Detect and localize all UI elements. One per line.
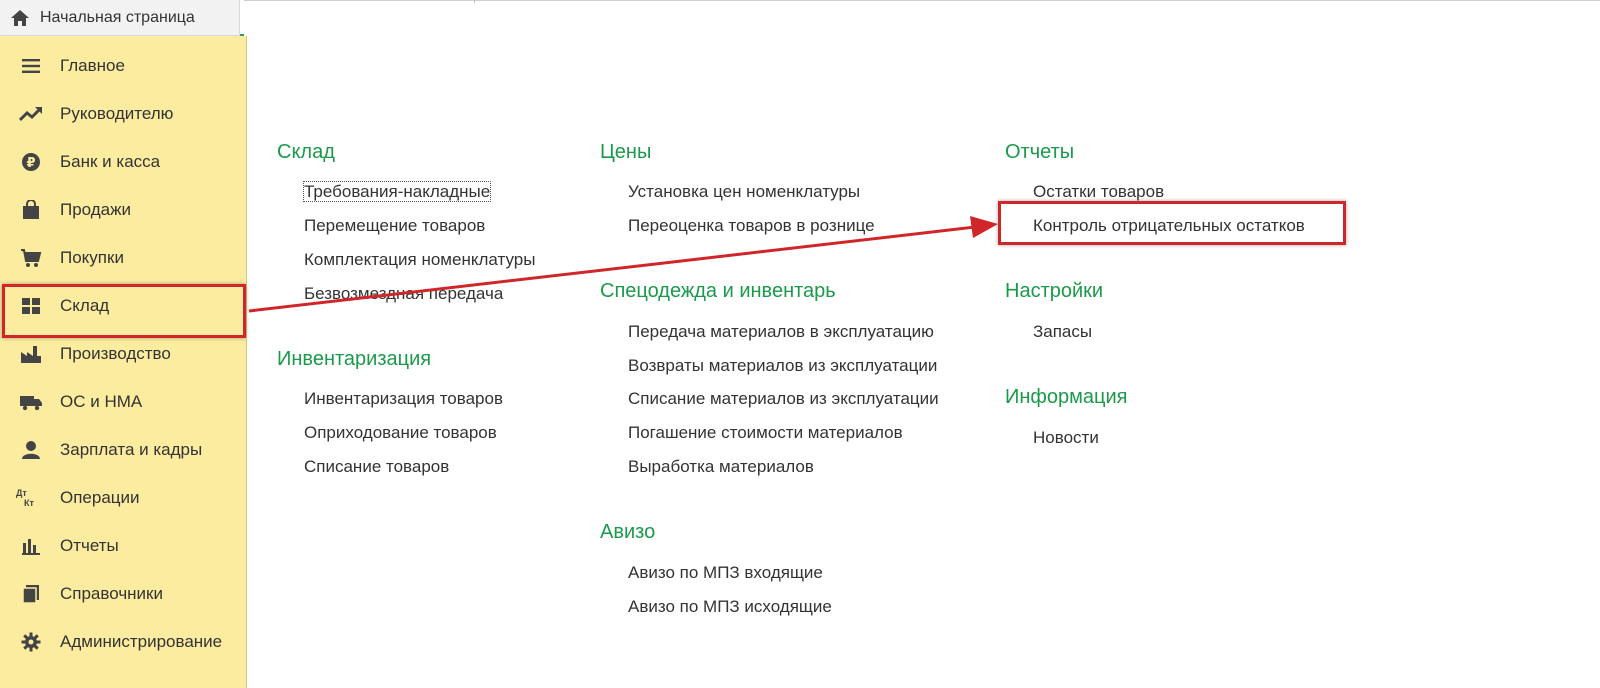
- shopping-bag-icon: [16, 199, 46, 221]
- link-avizo-vhodyashchie[interactable]: Авизо по МПЗ входящие: [628, 563, 823, 583]
- sidebar-item-proizvodstvo[interactable]: Производство: [0, 330, 247, 378]
- trend-up-icon: [16, 103, 46, 125]
- person-icon: [16, 439, 46, 461]
- sidebar-item-label: Главное: [60, 56, 125, 75]
- svg-text:₽: ₽: [26, 156, 35, 171]
- top-divider: [244, 0, 1600, 1]
- sidebar-item-prodazhi[interactable]: Продажи: [0, 186, 247, 234]
- sidebar-item-spravochniki[interactable]: Справочники: [0, 570, 247, 618]
- dt-label: Дт: [16, 488, 27, 498]
- sidebar-item-label: Администрирование: [60, 632, 223, 651]
- link-inventarizaciya-tovarov[interactable]: Инвентаризация товаров: [304, 389, 503, 409]
- home-icon: [11, 9, 29, 26]
- link-ostatki-tovarov[interactable]: Остатки товаров: [1033, 182, 1164, 202]
- sidebar-item-label: Покупки: [60, 248, 124, 267]
- sidebar-item-sklad[interactable]: Склад: [0, 282, 247, 338]
- sidebar-item-label: Зарплата и кадры: [60, 440, 203, 459]
- link-oprihodovanie-tovarov[interactable]: Оприходование товаров: [304, 423, 497, 443]
- section-title-ceny: Цены: [600, 141, 652, 163]
- link-pereocenka-tovarov[interactable]: Переоценка товаров в рознице: [628, 216, 875, 236]
- sidebar-item-label: Производство: [60, 344, 171, 363]
- sidebar: Главное Руководителю ₽ Банк и касса Прод…: [0, 36, 247, 688]
- section-title-avizo: Авизо: [600, 521, 656, 543]
- dt-kt-icon: Дт Кт: [16, 487, 46, 509]
- link-spisanie-tovarov[interactable]: Списание товаров: [304, 457, 449, 477]
- link-komplektaciya[interactable]: Комплектация номенклатуры: [304, 250, 535, 270]
- link-avizo-ishodyashchie[interactable]: Авизо по МПЗ исходящие: [628, 597, 832, 617]
- sidebar-item-label: ОС и НМА: [60, 392, 143, 411]
- section-title-informaciya: Информация: [1005, 386, 1128, 408]
- sidebar-item-label: Операции: [60, 488, 140, 507]
- factory-icon: [16, 343, 46, 365]
- link-pogashenie-stoimosti[interactable]: Погашение стоимости материалов: [628, 423, 903, 443]
- gear-icon: [16, 631, 46, 653]
- books-icon: [16, 583, 46, 605]
- sidebar-item-rukovoditelyu[interactable]: Руководителю: [0, 90, 247, 138]
- section-title-nastroyki: Настройки: [1005, 280, 1104, 302]
- home-tab[interactable]: Начальная страница: [0, 0, 240, 36]
- section-title-specodezhda: Спецодежда и инвентарь: [600, 280, 836, 302]
- app-window: Начальная страница Главное Руководителю …: [0, 0, 1600, 688]
- link-trebovaniya-nakladnye[interactable]: Требования-накладные: [302, 181, 492, 202]
- sidebar-item-glavnoe[interactable]: Главное: [0, 42, 247, 90]
- section-title-otchety: Отчеты: [1005, 141, 1075, 163]
- link-peredacha-materialov[interactable]: Передача материалов в эксплуатацию: [628, 322, 934, 342]
- sidebar-item-bank[interactable]: ₽ Банк и касса: [0, 138, 247, 186]
- sidebar-item-otchety[interactable]: Отчеты: [0, 522, 247, 570]
- link-peremeshchenie-tovarov[interactable]: Перемещение товаров: [304, 216, 485, 236]
- link-zapasy[interactable]: Запасы: [1033, 322, 1092, 342]
- section-title-sklad: Склад: [277, 141, 335, 163]
- section-title-inventarizaciya: Инвентаризация: [277, 348, 432, 370]
- sidebar-item-label: Продажи: [60, 200, 131, 219]
- kt-label: Кт: [24, 498, 34, 508]
- link-ustanovka-cen[interactable]: Установка цен номенклатуры: [628, 182, 860, 202]
- sidebar-item-administrirovanie[interactable]: Администрирование: [0, 618, 247, 666]
- sidebar-item-os-nma[interactable]: ОС и НМА: [0, 378, 247, 426]
- sidebar-item-label: Отчеты: [60, 536, 119, 555]
- menu-lines-icon: [16, 55, 46, 77]
- sidebar-item-pokupki[interactable]: Покупки: [0, 234, 247, 282]
- ruble-coin-icon: ₽: [16, 151, 46, 173]
- bar-chart-icon: [16, 535, 46, 557]
- cart-icon: [16, 247, 46, 269]
- top-divider-tick: [474, 0, 475, 3]
- home-tab-label: Начальная страница: [40, 8, 195, 26]
- sidebar-item-zarplata[interactable]: Зарплата и кадры: [0, 426, 247, 474]
- link-spisanie-materialov[interactable]: Списание материалов из эксплуатации: [628, 389, 939, 409]
- sidebar-item-label: Руководителю: [60, 104, 174, 123]
- link-bezvozmezdnaya-peredacha[interactable]: Безвозмездная передача: [304, 284, 503, 304]
- link-vozvraty-materialov[interactable]: Возвраты материалов из эксплуатации: [628, 356, 937, 376]
- highlight-box-kontrol: [998, 201, 1346, 245]
- truck-icon: [16, 391, 46, 413]
- link-novosti[interactable]: Новости: [1033, 428, 1099, 448]
- sidebar-item-label: Справочники: [60, 584, 163, 603]
- sidebar-item-operacii[interactable]: Дт Кт Операции: [0, 474, 247, 522]
- link-vyrabotka-materialov[interactable]: Выработка материалов: [628, 457, 814, 477]
- sidebar-item-label: Банк и касса: [60, 152, 161, 171]
